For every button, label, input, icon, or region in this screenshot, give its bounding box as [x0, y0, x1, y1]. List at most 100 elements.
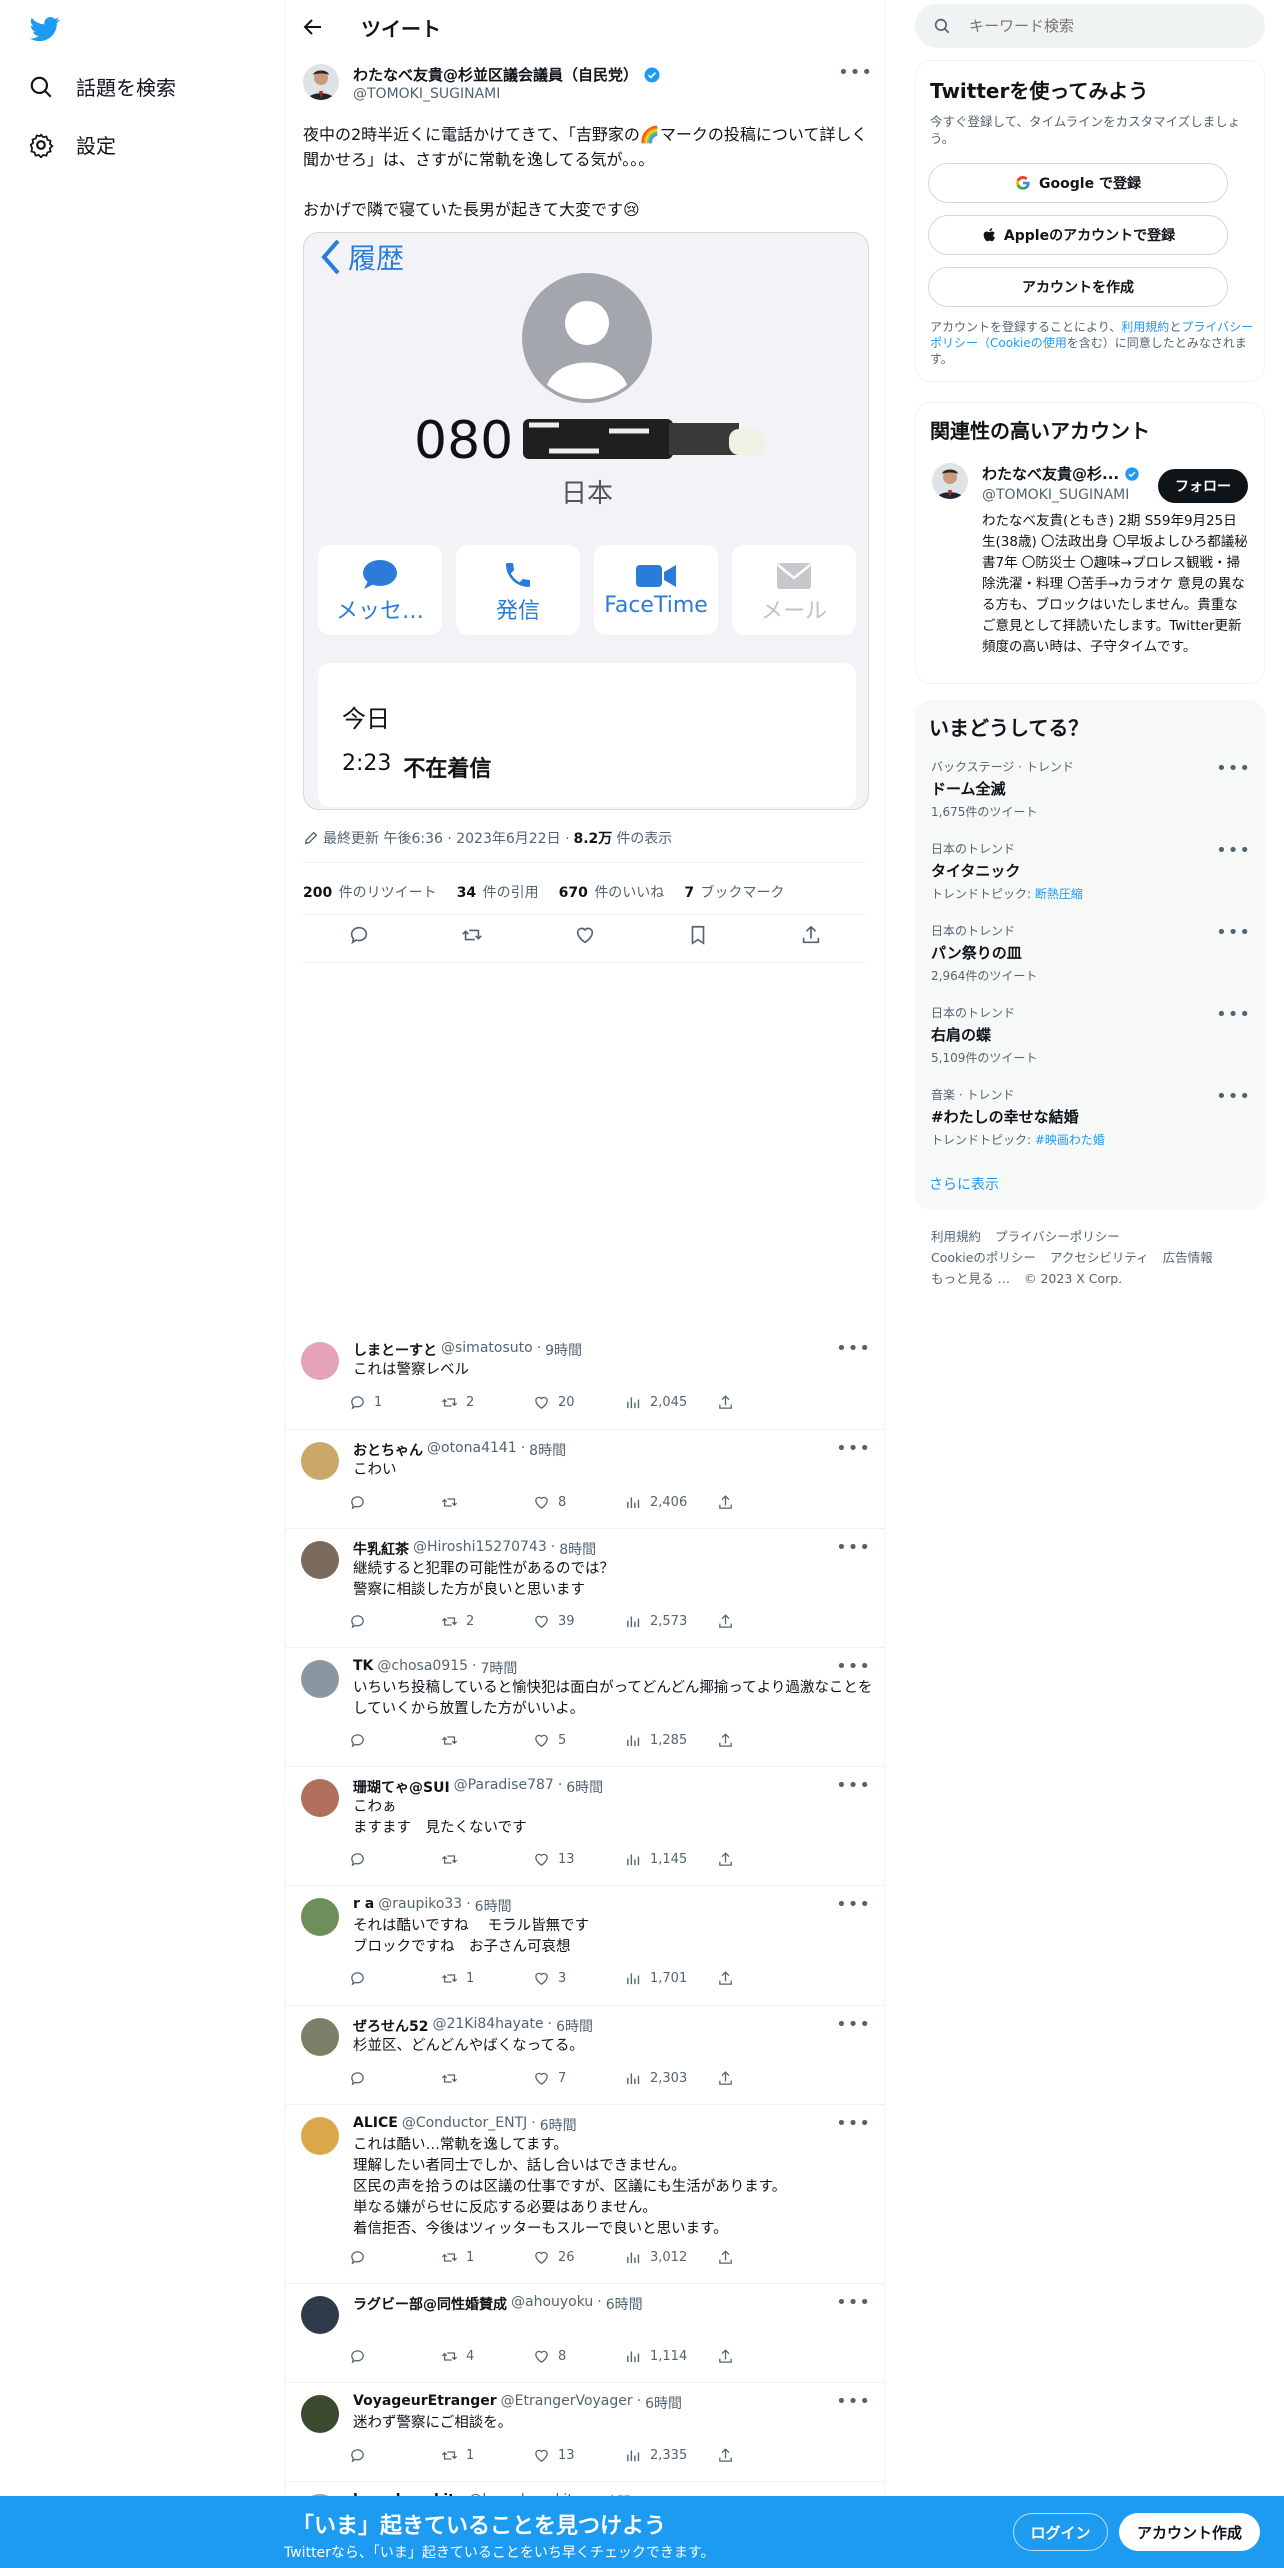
reply-avatar[interactable] — [301, 2018, 339, 2056]
retweet-button[interactable] — [441, 1494, 533, 1511]
reply-name[interactable]: おとちゃん — [353, 1440, 423, 1460]
reply-handle[interactable]: @Hiroshi15270743 — [413, 1539, 547, 1559]
reply-avatar[interactable] — [301, 2395, 339, 2433]
retweet-button[interactable] — [441, 1732, 533, 1749]
more-options-icon[interactable]: ••• — [836, 2014, 871, 2035]
more-options-icon[interactable]: ••• — [1216, 758, 1251, 779]
like-button[interactable]: 8 — [533, 2348, 625, 2365]
retweet-button[interactable]: 4 — [441, 2348, 533, 2365]
reply-tweet[interactable]: ALICE @Conductor_ENTJ · 6時間 ••• これは酷い…常軌を逸してま… — [285, 2105, 885, 2284]
retweet-stat[interactable]: 200 件のリツイート — [303, 882, 437, 902]
follow-button[interactable]: フォロー — [1158, 469, 1248, 503]
like-button[interactable]: 13 — [533, 2447, 625, 2464]
nav-explore[interactable]: 話題を検索 — [28, 72, 176, 101]
tweet-timestamp[interactable]: 最終更新 午後6:36 · 2023年6月22日 · — [323, 828, 570, 848]
more-options-icon[interactable]: ••• — [836, 1338, 871, 1359]
reply-icon[interactable] — [348, 924, 370, 946]
trend-item[interactable]: 音楽 · トレンド #わたしの幸せな結婚 トレンドトピック: #映画わた婚 ••• — [931, 1086, 1251, 1148]
more-options-icon[interactable]: ••• — [1216, 922, 1251, 943]
trend-item[interactable]: バックステージ · トレンド ドーム全滅 1,675件のツイート ••• — [931, 758, 1251, 820]
related-handle[interactable]: @TOMOKI_SUGINAMI — [982, 487, 1129, 503]
reply-button[interactable] — [349, 1970, 441, 1987]
views-button[interactable]: 2,303 — [625, 2070, 717, 2087]
reply-avatar[interactable] — [301, 2296, 339, 2334]
reply-name[interactable]: しまとーすと — [353, 1340, 437, 1360]
bookmark-icon[interactable] — [687, 924, 709, 946]
reply-handle[interactable]: @Paradise787 — [454, 1777, 554, 1797]
search-box[interactable] — [915, 4, 1265, 48]
retweet-icon[interactable] — [461, 924, 483, 946]
trend-topic-link[interactable]: #映画わた婚 — [1035, 1133, 1105, 1147]
reply-avatar[interactable] — [301, 1660, 339, 1698]
more-options-icon[interactable]: ••• — [836, 1894, 871, 1915]
reply-time[interactable]: 8時間 — [559, 1539, 596, 1559]
like-stat[interactable]: 670 件のいいね — [559, 882, 665, 902]
apple-signup-button[interactable]: Appleのアカウントで登録 — [928, 215, 1228, 255]
author-name[interactable]: わたなべ友貴@杉並区議会議員（自民党） — [353, 64, 638, 85]
reply-time[interactable]: 6時間 — [645, 2393, 682, 2413]
reply-handle[interactable]: @simatosuto — [441, 1340, 533, 1360]
reply-handle[interactable]: @otona4141 — [427, 1440, 517, 1460]
views-button[interactable]: 2,573 — [625, 1613, 717, 1630]
more-options-icon[interactable]: ••• — [836, 2391, 871, 2412]
reply-handle[interactable]: @raupiko33 — [378, 1896, 462, 1916]
show-more-link[interactable]: さらに表示 — [929, 1174, 999, 1194]
like-heart-icon[interactable] — [574, 924, 596, 946]
reply-handle[interactable]: @21Ki84hayate — [432, 2016, 543, 2036]
back-arrow-icon[interactable] — [301, 15, 325, 39]
share-icon[interactable] — [800, 924, 822, 946]
reply-handle[interactable]: @ahouyoku — [511, 2294, 593, 2314]
like-button[interactable]: 3 — [533, 1970, 625, 1987]
retweet-button[interactable]: 1 — [441, 1970, 533, 1987]
reply-tweet[interactable]: TK @chosa0915 · 7時間 ••• いちいち投稿していると愉快犯は面白がってど… — [285, 1648, 885, 1767]
like-button[interactable]: 7 — [533, 2070, 625, 2087]
views-button[interactable]: 2,406 — [625, 1494, 717, 1511]
reply-tweet[interactable]: ラグビー部@同性婚賛成 @ahouyoku · 6時間 ••• 4 8 1,114 — [285, 2284, 885, 2383]
reply-avatar[interactable] — [301, 1342, 339, 1380]
reply-name[interactable]: TK — [353, 1658, 373, 1678]
twitter-bird-icon[interactable] — [28, 14, 62, 44]
reply-time[interactable]: 8時間 — [529, 1440, 566, 1460]
retweet-button[interactable]: 2 — [441, 1394, 533, 1411]
views-button[interactable]: 2,335 — [625, 2447, 717, 2464]
share-button[interactable] — [717, 2447, 809, 2464]
more-options-icon[interactable]: ••• — [836, 1775, 871, 1796]
bookmark-stat[interactable]: 7 ブックマーク — [684, 882, 784, 902]
reply-time[interactable]: 9時間 — [545, 1340, 582, 1360]
reply-tweet[interactable]: r a @raupiko33 · 6時間 ••• それは酷いですね モラル皆無です ブロッ… — [285, 1886, 885, 2006]
reply-name[interactable]: 珊瑚てゃ@SUI — [353, 1777, 450, 1797]
share-button[interactable] — [717, 1970, 809, 1987]
trend-topic-link[interactable]: 断熱圧縮 — [1035, 887, 1083, 901]
more-options-icon[interactable]: ••• — [1216, 840, 1251, 861]
reply-button[interactable]: 1 — [349, 1394, 441, 1411]
trend-item[interactable]: 日本のトレンド タイタニック トレンドトピック: 断熱圧縮 ••• — [931, 840, 1251, 902]
reply-name[interactable]: ALICE — [353, 2115, 398, 2135]
share-button[interactable] — [717, 1613, 809, 1630]
reply-button[interactable] — [349, 1613, 441, 1630]
reply-tweet[interactable]: 牛乳紅茶 @Hiroshi15270743 · 8時間 ••• 継続すると犯罪の可能性があ… — [285, 1529, 885, 1648]
share-button[interactable] — [717, 1851, 809, 1868]
share-button[interactable] — [717, 2070, 809, 2087]
reply-handle[interactable]: @chosa0915 — [377, 1658, 468, 1678]
reply-avatar[interactable] — [301, 1779, 339, 1817]
more-options-icon[interactable]: ••• — [836, 2292, 871, 2313]
reply-time[interactable]: 6時間 — [540, 2115, 577, 2135]
reply-name[interactable]: r a — [353, 1896, 374, 1916]
reply-avatar[interactable] — [301, 1541, 339, 1579]
create-account-button[interactable]: アカウントを作成 — [928, 267, 1228, 307]
views-button[interactable]: 2,045 — [625, 1394, 717, 1411]
share-button[interactable] — [717, 1494, 809, 1511]
share-button[interactable] — [717, 1394, 809, 1411]
reply-tweet[interactable]: しまとーすと @simatosuto · 9時間 ••• これは警察レベル 1 2 20 2,04… — [285, 1330, 885, 1430]
reply-name[interactable]: ぜろせん52 — [353, 2016, 428, 2036]
trend-item[interactable]: 日本のトレンド 右肩の蝶 5,109件のツイート ••• — [931, 1004, 1251, 1066]
more-options-icon[interactable]: ••• — [836, 1537, 871, 1558]
google-signup-button[interactable]: Google で登録 — [928, 163, 1228, 203]
reply-time[interactable]: 6時間 — [606, 2294, 643, 2314]
trend-item[interactable]: 日本のトレンド パン祭りの皿 2,964件のツイート ••• — [931, 922, 1251, 984]
reply-time[interactable]: 6時間 — [475, 1896, 512, 1916]
reply-name[interactable]: VoyageurEtranger — [353, 2393, 497, 2413]
reply-avatar[interactable] — [301, 1442, 339, 1480]
reply-button[interactable] — [349, 1732, 441, 1749]
like-button[interactable]: 8 — [533, 1494, 625, 1511]
